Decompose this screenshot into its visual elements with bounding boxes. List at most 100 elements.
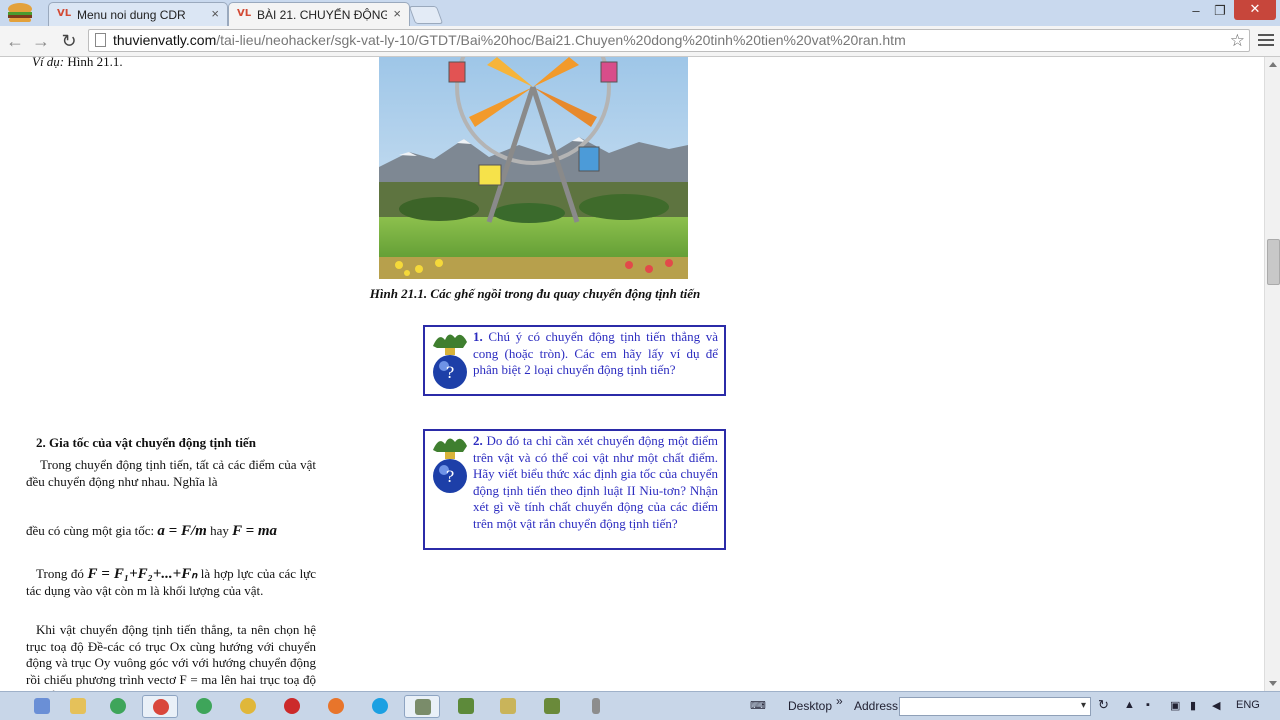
desktop-toolbar-label[interactable]: Desktop [788, 699, 832, 713]
ferris-wheel-image [379, 57, 688, 279]
language-indicator[interactable]: ENG [1236, 699, 1260, 711]
refresh-icon[interactable]: ↻ [1098, 697, 1109, 713]
tray-security-icon[interactable]: ▣ [1170, 699, 1180, 712]
keyboard-icon[interactable]: ⌨ [750, 699, 766, 712]
question-box-1: ? 1. Chú ý có chuyển động tịnh tiến thẳn… [423, 325, 726, 396]
bookmark-star-icon[interactable]: ☆ [1230, 30, 1245, 51]
taskbar-excel[interactable] [448, 695, 484, 718]
chevron-icon[interactable]: » [836, 694, 843, 708]
chrome-icon [153, 699, 169, 715]
network-icon[interactable]: ▮ [1190, 699, 1196, 712]
example-label: Ví dụ: [32, 57, 65, 69]
example-line: Ví dụ: Hình 21.1. [32, 57, 123, 70]
question-text-1: 1. Chú ý có chuyển động tịnh tiến thẳng … [473, 329, 718, 379]
dropdown-icon[interactable]: ▾ [1081, 700, 1086, 711]
excel-icon [458, 698, 474, 714]
title-bar: VL Menu noi dung CDR × VL BÀI 21. CHUYỂN… [0, 0, 1280, 27]
taskbar-chrome[interactable] [100, 695, 136, 718]
skype-icon [372, 698, 388, 714]
question-body: Chú ý có chuyển động tịnh tiến thẳng và … [473, 329, 719, 377]
page-content: Ví dụ: Hình 21.1. Hình 21.1. Các ghế ngồ… [0, 57, 1264, 691]
scroll-down-icon[interactable] [1269, 681, 1277, 686]
tab-label: BÀI 21. CHUYỂN ĐỘNG TỊNH TIẾN [257, 8, 387, 22]
taskbar-explorer[interactable] [60, 695, 96, 718]
tab-label: Menu noi dung CDR [77, 8, 186, 22]
windows-taskbar: ⌨ Desktop » Address ▾ ↻ ▲ ▪ ▣ ▮ ◀ ENG [0, 691, 1280, 720]
taskbar-address-input[interactable]: ▾ [899, 697, 1091, 716]
url-text: thuvienvatly.com/tai-lieu/neohacker/sgk-… [113, 30, 906, 51]
paragraph-3-prefix: Trong đó [36, 566, 84, 581]
app-icon [415, 699, 431, 715]
notepad-icon [500, 698, 516, 714]
excel-icon [544, 698, 560, 714]
paragraph-2-prefix: đều có cùng một gia tốc: [26, 523, 155, 538]
chrome-icon [240, 698, 256, 714]
taskbar-opera[interactable] [274, 695, 310, 718]
url-path: /tai-lieu/neohacker/sgk-vat-ly-10/GTDT/B… [216, 32, 906, 48]
chrome-icon [110, 698, 126, 714]
formula-resultant-force: F = F₁+F₂+...+Fₙ [87, 566, 198, 582]
tab-menu-noi-dung[interactable]: VL Menu noi dung CDR × [48, 2, 228, 26]
formula-f-equals-ma: F = ma [232, 523, 278, 539]
question-number: 1. [473, 329, 483, 344]
reload-button[interactable]: ↻ [58, 30, 80, 52]
new-tab-button[interactable] [408, 6, 444, 24]
svg-text:?: ? [446, 363, 455, 382]
taskbar-skype[interactable] [362, 695, 398, 718]
question-number: 2. [473, 433, 483, 448]
opera-icon [284, 698, 300, 714]
question-bomb-icon: ? [433, 334, 467, 389]
browser-toolbar: ← → ↻ thuvienvatly.com/tai-lieu/neohacke… [0, 26, 1280, 57]
taskbar-notepad[interactable] [490, 695, 526, 718]
vertical-scrollbar[interactable] [1264, 57, 1280, 691]
taskbar-chrome-active[interactable] [142, 695, 178, 718]
paragraph-4: Khi vật chuyển động tịnh tiến thẳng, ta … [26, 622, 316, 691]
question-text-2: 2. Do đó ta chỉ cần xét chuyển động một … [473, 433, 718, 532]
windows-icon [34, 698, 50, 714]
chrome-icon [196, 698, 212, 714]
svg-text:?: ? [446, 467, 455, 486]
address-toolbar-label: Address [854, 699, 899, 713]
figure-caption: Hình 21.1. Các ghế ngồi trong đu quay ch… [369, 286, 701, 301]
formula-a-equals-f-over-m: a = F/m [157, 523, 207, 539]
back-button[interactable]: ← [4, 30, 26, 52]
usb-icon [592, 698, 600, 714]
tab-close-icon[interactable]: × [211, 6, 219, 21]
section-title: 2. Gia tốc của vật chuyển động tịnh tiến [36, 435, 256, 450]
taskbar-chrome-3[interactable] [230, 695, 266, 718]
burger-app-icon[interactable] [6, 2, 34, 24]
volume-icon[interactable]: ◀ [1212, 699, 1220, 712]
paragraph-2-mid: hay [210, 523, 229, 538]
scrollbar-thumb[interactable] [1267, 239, 1280, 285]
tray-app-icon[interactable]: ▪ [1146, 699, 1150, 711]
page-icon [95, 33, 106, 47]
taskbar-excel-2[interactable] [534, 695, 570, 718]
question-bomb-icon: ? [433, 438, 467, 493]
taskbar-usb[interactable] [578, 695, 614, 718]
menu-icon[interactable] [1258, 32, 1274, 48]
paragraph-3: Trong đó F = F₁+F₂+...+Fₙ là hợp lực của… [26, 566, 316, 599]
restore-button[interactable]: ❐ [1210, 2, 1230, 20]
paragraph-1: Trong chuyển động tịnh tiến, tất cả các … [26, 457, 316, 489]
taskbar-chrome-2[interactable] [186, 695, 222, 718]
minimize-button[interactable]: – [1186, 2, 1206, 20]
start-button[interactable] [24, 695, 60, 718]
tray-arrow-icon[interactable]: ▲ [1124, 699, 1135, 711]
example-ref: Hình 21.1. [67, 57, 123, 69]
forward-button[interactable]: → [30, 30, 52, 52]
tab-bai-21[interactable]: VL BÀI 21. CHUYỂN ĐỘNG TỊNH TIẾN × [228, 2, 410, 26]
question-body: Do đó ta chỉ cần xét chuyển động một điể… [473, 433, 718, 531]
folder-icon [70, 698, 86, 714]
url-host: thuvienvatly.com [113, 32, 217, 48]
paragraph-2: đều có cùng một gia tốc: a = F/m hay F =… [26, 523, 316, 540]
taskbar-firefox[interactable] [318, 695, 354, 718]
firefox-icon [328, 698, 344, 714]
close-window-button[interactable]: ✕ [1234, 0, 1276, 20]
taskbar-app-active[interactable] [404, 695, 440, 718]
tab-close-icon[interactable]: × [393, 6, 401, 21]
site-favicon-icon: VL [237, 8, 252, 19]
question-box-2: ? 2. Do đó ta chỉ cần xét chuyển động mộ… [423, 429, 726, 550]
site-favicon-icon: VL [57, 8, 72, 19]
address-bar[interactable]: thuvienvatly.com/tai-lieu/neohacker/sgk-… [88, 29, 1250, 52]
scroll-up-icon[interactable] [1269, 62, 1277, 67]
